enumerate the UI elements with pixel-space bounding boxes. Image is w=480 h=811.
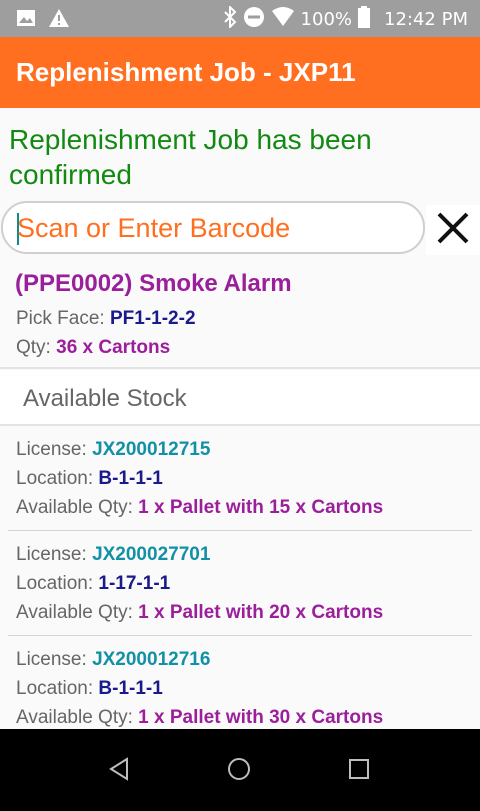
available-qty-value: 1 x Pallet with 20 x Cartons — [138, 602, 384, 623]
battery-icon — [358, 6, 371, 33]
pick-face-value: PF1-1-2-2 — [109, 308, 196, 329]
warning-icon — [48, 8, 70, 32]
battery-percent: 100% — [300, 9, 353, 30]
image-notification-icon — [16, 8, 36, 32]
home-circle-icon — [227, 757, 251, 785]
location-row: Location: 1-17-1-1 — [16, 573, 170, 595]
product-title: (PPE0002) Smoke Alarm — [15, 270, 292, 297]
pick-face-label: Pick Face: — [16, 308, 105, 329]
main-content[interactable]: Replenishment Job has been confirmed (PP… — [0, 108, 480, 729]
divider — [0, 367, 480, 369]
qty-value: 36 x Cartons — [56, 337, 171, 358]
location-row: Location: B-1-1-1 — [16, 678, 163, 700]
qty-label: Qty: — [16, 337, 51, 358]
do-not-disturb-icon — [243, 6, 265, 33]
barcode-input[interactable] — [17, 211, 407, 245]
navigation-bar — [0, 729, 480, 811]
available-qty-label: Available Qty: — [16, 707, 133, 728]
stock-list-item[interactable]: License: JX200012715 Location: B-1-1-1 A… — [0, 426, 480, 531]
clock-time: 12:42 PM — [384, 9, 468, 30]
available-qty-value: 1 x Pallet with 30 x Cartons — [138, 707, 384, 728]
license-row: License: JX200027701 — [16, 544, 210, 566]
recents-button[interactable] — [339, 751, 379, 791]
license-label: License: — [16, 439, 87, 460]
app-bar: Replenishment Job - JXP11 — [0, 37, 480, 108]
location-value: B-1-1-1 — [98, 678, 163, 699]
license-label: License: — [16, 649, 87, 670]
bluetooth-icon — [223, 4, 237, 33]
home-button[interactable] — [219, 751, 259, 791]
available-qty-row: Available Qty: 1 x Pallet with 15 x Cart… — [16, 497, 383, 519]
barcode-search-box[interactable] — [1, 201, 425, 254]
location-label: Location: — [16, 573, 94, 594]
close-icon — [436, 211, 470, 249]
license-value: JX200012715 — [92, 439, 211, 460]
location-label: Location: — [16, 468, 94, 489]
wifi-icon — [271, 7, 295, 32]
license-label: License: — [16, 544, 87, 565]
stock-list-item[interactable]: License: JX200012716 Location: B-1-1-1 A… — [0, 636, 480, 729]
available-qty-label: Available Qty: — [16, 497, 133, 518]
available-qty-label: Available Qty: — [16, 602, 133, 623]
location-value: B-1-1-1 — [98, 468, 163, 489]
confirmation-message: Replenishment Job has been confirmed — [9, 124, 372, 190]
location-value: 1-17-1-1 — [98, 573, 171, 594]
pick-face-row: Pick Face: PF1-1-2-2 — [16, 308, 196, 330]
available-qty-value: 1 x Pallet with 15 x Cartons — [138, 497, 384, 518]
available-stock-header: Available Stock — [0, 370, 480, 426]
back-button[interactable] — [99, 751, 139, 791]
location-label: Location: — [16, 678, 94, 699]
license-value: JX200027701 — [92, 544, 211, 565]
license-row: License: JX200012715 — [16, 439, 210, 461]
clear-button[interactable] — [426, 205, 480, 255]
qty-row: Qty: 36 x Cartons — [16, 337, 170, 359]
license-row: License: JX200012716 — [16, 649, 210, 671]
back-triangle-icon — [108, 757, 130, 785]
stock-list-item[interactable]: License: JX200027701 Location: 1-17-1-1 … — [0, 531, 480, 636]
license-value: JX200012716 — [92, 649, 211, 670]
recents-square-icon — [348, 758, 370, 784]
available-stock-heading: Available Stock — [23, 385, 187, 412]
location-row: Location: B-1-1-1 — [16, 468, 163, 490]
status-bar: 100% 12:42 PM — [0, 0, 480, 37]
page-title: Replenishment Job - JXP11 — [16, 57, 356, 87]
available-qty-row: Available Qty: 1 x Pallet with 20 x Cart… — [16, 602, 383, 624]
available-qty-row: Available Qty: 1 x Pallet with 30 x Cart… — [16, 707, 383, 729]
